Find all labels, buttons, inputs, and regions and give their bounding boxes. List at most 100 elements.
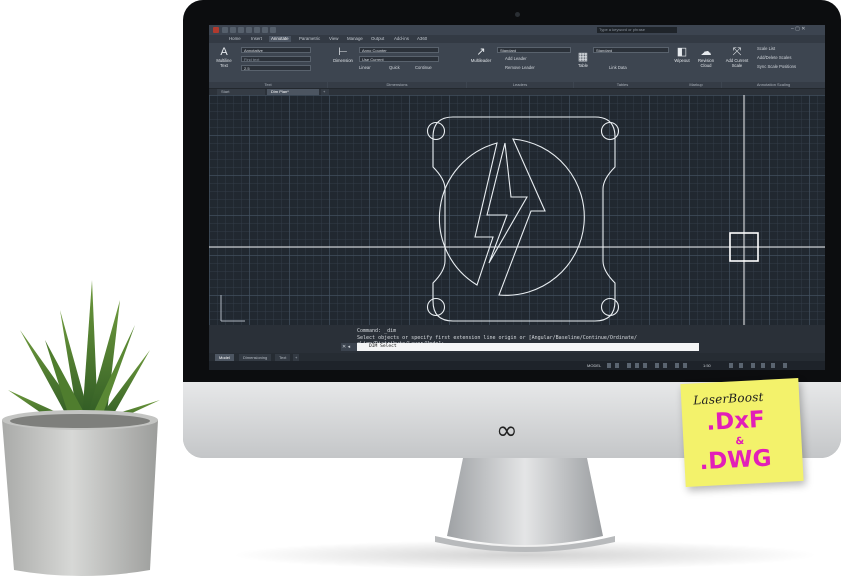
transparency-toggle-icon[interactable] [675, 363, 679, 368]
scale-list-button[interactable]: Scale List [757, 46, 775, 52]
remove-leader-button[interactable]: Remove Leader [505, 65, 535, 71]
ribbon: A Multiline Text Annotative Find text 2.… [209, 43, 825, 89]
link-data-button[interactable]: Link Data [609, 65, 627, 71]
annotation-scaling-panel-label[interactable]: Annotation Scaling [722, 82, 825, 88]
revision-cloud-icon: ☁ [700, 46, 712, 58]
sticky-note-dxf: .DxF [705, 406, 766, 436]
table-button[interactable]: ▦ Table [575, 51, 591, 68]
tab-parametric[interactable]: Parametric [299, 36, 320, 42]
model-space-toggle[interactable]: MODEL [587, 362, 601, 369]
text-height-combo[interactable]: 2.5 [241, 65, 311, 71]
isolate-objects-icon[interactable] [751, 363, 755, 368]
text-panel-label[interactable]: Text [209, 82, 327, 88]
multiline-text-button[interactable]: A Multiline Text [212, 46, 236, 68]
cad-application-window: Type a keyword or phrase – ▢ ✕ Home Inse… [209, 25, 825, 370]
tab-dimensioning[interactable]: Dimensioning [239, 354, 272, 361]
tab-annotate[interactable]: Annotate [269, 36, 291, 42]
selection-cycling-icon[interactable] [683, 363, 687, 368]
sticky-note-ampersand: & [735, 435, 745, 448]
leaders-panel-label[interactable]: Leaders [467, 82, 573, 88]
window-controls[interactable]: – ▢ ✕ [791, 26, 805, 32]
leader-style-combo[interactable]: Standard [497, 47, 571, 53]
linear-button[interactable]: Linear [359, 65, 371, 71]
scale-icon: ⤧ [732, 46, 742, 58]
find-text-input[interactable]: Find text [241, 56, 311, 62]
osnap-toggle-icon[interactable] [643, 363, 647, 368]
search-input[interactable]: Type a keyword or phrase [597, 27, 677, 33]
add-leader-button[interactable]: Add Leader [505, 56, 527, 62]
wipeout-icon: ◧ [676, 46, 688, 58]
dim-layer-combo[interactable]: Use Current [359, 56, 439, 62]
tab-home[interactable]: Home [229, 36, 241, 42]
sync-scale-positions-button[interactable]: Sync Scale Positions [757, 64, 796, 70]
hardware-acceleration-icon[interactable] [761, 363, 765, 368]
redo-icon[interactable] [270, 27, 276, 33]
continue-button[interactable]: Continue [415, 65, 432, 71]
flange-outline [432, 116, 616, 322]
cad-drawing [209, 95, 825, 325]
revision-cloud-button[interactable]: ☁ Revision Cloud [694, 46, 718, 68]
workspace-switch-icon[interactable] [739, 363, 743, 368]
multileader-icon: ↗ [476, 46, 486, 58]
command-line-panel: Command: _dim Select objects or specify f… [209, 325, 825, 353]
tables-panel-label[interactable]: Tables [574, 82, 671, 88]
new-file-icon[interactable] [222, 27, 228, 33]
customize-menu-icon[interactable] [783, 363, 787, 368]
save-icon[interactable] [238, 27, 244, 33]
add-current-scale-button[interactable]: ⤧ Add Current Scale [722, 46, 752, 68]
app-menu-icon[interactable] [213, 27, 219, 33]
layout-tab-bar: Model Dimensioning Text + [209, 353, 825, 361]
text-style-combo[interactable]: Annotative [241, 47, 311, 53]
dimension-button[interactable]: ⊢ Dimension [329, 46, 357, 63]
left-circle-segment [438, 142, 498, 286]
drawing-viewport[interactable] [209, 95, 825, 325]
ortho-toggle-icon[interactable] [627, 363, 631, 368]
lineweight-toggle-icon[interactable] [663, 363, 667, 368]
wipeout-button[interactable]: ◧ Wipeout [671, 46, 693, 63]
dimension-icon: ⊢ [338, 46, 348, 58]
tab-text[interactable]: Text [275, 354, 291, 361]
annotation-visibility-icon[interactable] [729, 363, 733, 368]
table-style-combo[interactable]: Standard [593, 47, 669, 53]
markup-panel-label[interactable]: Markup [671, 82, 721, 88]
status-bar: MODEL 1:50 [209, 361, 825, 370]
grid-toggle-icon[interactable] [607, 363, 611, 368]
tab-insert[interactable]: Insert [251, 36, 262, 42]
print-icon[interactable] [254, 27, 260, 33]
table-icon: ▦ [577, 51, 589, 63]
otrack-toggle-icon[interactable] [655, 363, 659, 368]
tab-manage[interactable]: Manage [347, 36, 363, 42]
infinity-logo-icon: ∞ [496, 416, 518, 446]
ribbon-tab-bar: Home Insert Annotate Parametric View Man… [209, 35, 825, 43]
right-circle-segment [498, 138, 585, 296]
title-bar: Type a keyword or phrase – ▢ ✕ [209, 25, 825, 35]
open-file-icon[interactable] [230, 27, 236, 33]
multileader-button[interactable]: ↗ Multileader [467, 46, 495, 63]
add-delete-scales-button[interactable]: Add/Delete Scales [757, 55, 791, 61]
command-input[interactable]: DIM Select [357, 343, 699, 351]
tab-view[interactable]: View [329, 36, 338, 42]
snap-toggle-icon[interactable] [615, 363, 619, 368]
sticky-note-title: LaserBoost [692, 389, 764, 408]
tab-add-ins[interactable]: Add-ins [394, 36, 409, 42]
command-line-close-icon[interactable]: ✕ ◂ [341, 343, 357, 351]
sticky-note: LaserBoost .DxF & .DWG [680, 377, 804, 488]
clean-screen-icon[interactable] [771, 363, 775, 368]
potted-plant-image [2, 280, 160, 576]
text-a-icon: A [220, 46, 228, 58]
ucs-icon [220, 295, 245, 322]
annotation-scale[interactable]: 1:50 [703, 362, 711, 369]
tab-model[interactable]: Model [215, 354, 234, 361]
save-as-icon[interactable] [246, 27, 252, 33]
polar-toggle-icon[interactable] [635, 363, 639, 368]
dimensions-panel-label[interactable]: Dimensions [328, 82, 466, 88]
quick-button[interactable]: Quick [389, 65, 400, 71]
tab-a360[interactable]: A360 [417, 36, 427, 42]
bolt-hole-bottom-right [600, 297, 620, 317]
tab-output[interactable]: Output [371, 36, 384, 42]
new-layout-button[interactable]: + [293, 354, 300, 361]
bolt-hole-top-right [600, 121, 620, 141]
camera-icon [515, 12, 520, 17]
dim-style-combo[interactable]: Anno Counter [359, 47, 439, 53]
undo-icon[interactable] [262, 27, 268, 33]
